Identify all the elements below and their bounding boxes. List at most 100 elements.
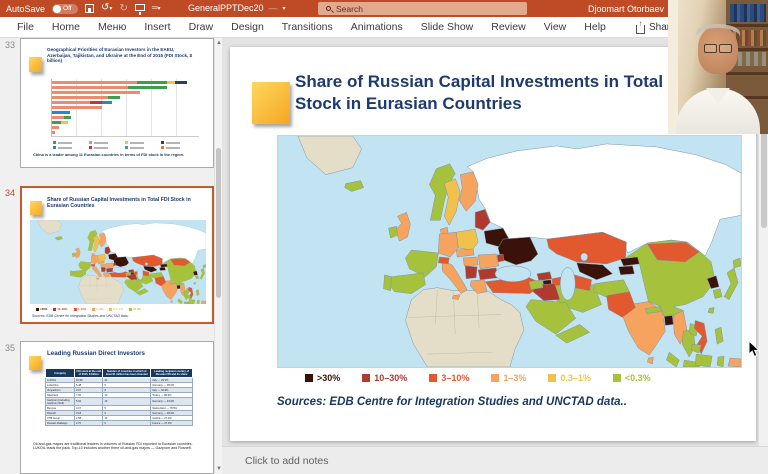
caspian-sea — [137, 268, 143, 280]
slide-number-34: 34 — [5, 188, 15, 198]
notes-placeholder: Click to add notes — [245, 455, 328, 467]
mouse-cursor — [748, 340, 760, 358]
slide34-map — [30, 220, 206, 304]
menu-tab-help[interactable]: Help — [575, 17, 615, 37]
caspian-sea — [560, 267, 575, 300]
slide34-legend: >30%10–30%3–10%1–3%0.3–1%<0.3% — [36, 307, 141, 311]
autosave-toggle[interactable]: Off — [52, 4, 78, 14]
bar-row — [52, 91, 199, 94]
undo-icon[interactable]: ↺▾ — [101, 3, 112, 14]
slide-thumbnail-34-selected[interactable]: Share of Russian Capital Investments in … — [20, 186, 214, 324]
slide33-title: Geographical Priorities of Eurasian Inve… — [47, 47, 199, 64]
bar-row — [52, 126, 199, 129]
autosave-knob — [53, 5, 61, 13]
table-row: Gazprom (including Gazprom Neft)5.9210Ge… — [46, 398, 193, 406]
country-indonesia — [197, 300, 200, 304]
legend-item-r3_10: 3–10% — [74, 307, 87, 311]
slide34-accent-square — [30, 201, 42, 215]
menu-tab-insert[interactable]: Insert — [135, 17, 179, 37]
country-tajikistan — [159, 267, 165, 270]
search-icon — [326, 6, 331, 11]
country-serbia — [101, 267, 106, 272]
slide-number-35: 35 — [5, 343, 15, 353]
bar-row — [52, 101, 199, 104]
menu-tab-меню[interactable]: Меню — [89, 17, 135, 37]
menu-tab-file[interactable]: File — [8, 17, 43, 37]
country-moldova — [113, 263, 116, 266]
title-bar: AutoSave Off ↺▾ ↻ ═▾ GeneralPPTDec20 — ▾… — [0, 0, 768, 17]
legend-item-lt03: <0.3% — [129, 307, 141, 311]
mini-legend-chip — [53, 141, 89, 144]
slide35-title: Leading Russian Direct Investors — [47, 350, 197, 357]
mini-legend-chip — [161, 146, 197, 149]
menu-tab-animations[interactable]: Animations — [342, 17, 412, 37]
slide-thumbnail-35[interactable]: Leading Russian Direct Investors Company… — [20, 341, 214, 474]
menu-tab-review[interactable]: Review — [482, 17, 534, 37]
sidebar-scrollbar[interactable]: ▲ ▼ — [214, 38, 222, 474]
mini-legend-chip — [125, 141, 161, 144]
autosave-label: AutoSave — [6, 4, 45, 14]
country-papua — [728, 358, 741, 367]
country-serbia — [465, 266, 477, 279]
mini-legend-chip — [53, 146, 89, 149]
legend-item-lt03: <0.3% — [613, 373, 651, 383]
slide33-caption: China is a leader among 11 Eurasian coun… — [33, 152, 203, 157]
powerpoint-window: AutoSave Off ↺▾ ↻ ═▾ GeneralPPTDec20 — ▾… — [0, 0, 768, 474]
bar-row — [52, 96, 199, 99]
quick-access-customize-icon[interactable]: ═▾ — [152, 3, 161, 14]
slide34-title: Share of Russian Capital Investments in … — [47, 197, 205, 209]
save-icon[interactable] — [85, 4, 94, 13]
country-tajikistan — [619, 266, 635, 275]
slide33-chart-legend — [53, 141, 199, 151]
black-sea — [495, 266, 531, 282]
notes-pane[interactable]: Click to add notes — [222, 446, 768, 474]
slide-thumbnail-panel: 33 Geographical Priorities of Eurasian I… — [0, 38, 222, 474]
document-title-caret-icon[interactable]: ▾ — [283, 5, 286, 12]
sidebar-scrollbar-thumb[interactable] — [216, 148, 221, 298]
sources-text[interactable]: Sources: EDB Centre for Integration Stud… — [277, 396, 627, 408]
country-switzerland — [91, 264, 95, 267]
menu-tab-transitions[interactable]: Transitions — [273, 17, 342, 37]
menu-tab-slide-show[interactable]: Slide Show — [412, 17, 483, 37]
country-portugal — [70, 270, 73, 276]
bar-row — [52, 86, 199, 89]
share-icon — [636, 25, 645, 34]
country-portugal — [384, 275, 392, 291]
country-romania — [478, 254, 499, 269]
country-romania — [106, 263, 114, 268]
legend-item-r10_30: 10–30% — [53, 307, 67, 311]
menu-tab-home[interactable]: Home — [43, 17, 89, 37]
user-name[interactable]: Djoomart Otorbaev — [588, 4, 664, 14]
choropleth-map[interactable] — [277, 135, 742, 368]
search-placeholder: Search — [336, 4, 363, 14]
document-title[interactable]: GeneralPPTDec20 — [188, 3, 264, 13]
country-moldova — [497, 254, 504, 262]
menu-tab-view[interactable]: View — [535, 17, 576, 37]
redo-icon[interactable]: ↻ — [119, 4, 127, 14]
menu-tab-draw[interactable]: Draw — [180, 17, 223, 37]
mini-legend-chip — [89, 141, 125, 144]
mini-legend-chip — [161, 141, 197, 144]
aral-sea — [145, 263, 148, 266]
country-indonesia — [717, 356, 724, 367]
search-input[interactable]: Search — [318, 2, 527, 15]
slide33-bar-chart — [51, 79, 199, 137]
slide-thumbnail-33[interactable]: Geographical Priorities of Eurasian Inve… — [20, 38, 214, 168]
ribbon-tab-bar: FileHomeМенюInsertDrawDesignTransitionsA… — [0, 17, 768, 38]
legend-item-r10_30: 10–30% — [362, 373, 407, 383]
bar-row — [52, 106, 199, 109]
mini-legend-chip — [125, 146, 161, 149]
webcam-background-wall — [668, 0, 678, 134]
country-syria — [125, 272, 130, 276]
country-hungary — [100, 264, 106, 267]
menu-tab-design[interactable]: Design — [222, 17, 273, 37]
webcam-person-hair — [696, 24, 740, 42]
country-indonesia — [189, 299, 195, 304]
webcam-person-glasses — [704, 44, 732, 51]
slide-accent-square[interactable] — [252, 82, 290, 124]
start-slideshow-icon[interactable] — [135, 4, 145, 11]
webcam-overlay[interactable] — [668, 0, 768, 134]
bar-row — [52, 121, 199, 124]
country-taiwan — [708, 308, 714, 314]
slide35-caption: Oil-and-gas majors are traditional leade… — [33, 442, 203, 450]
